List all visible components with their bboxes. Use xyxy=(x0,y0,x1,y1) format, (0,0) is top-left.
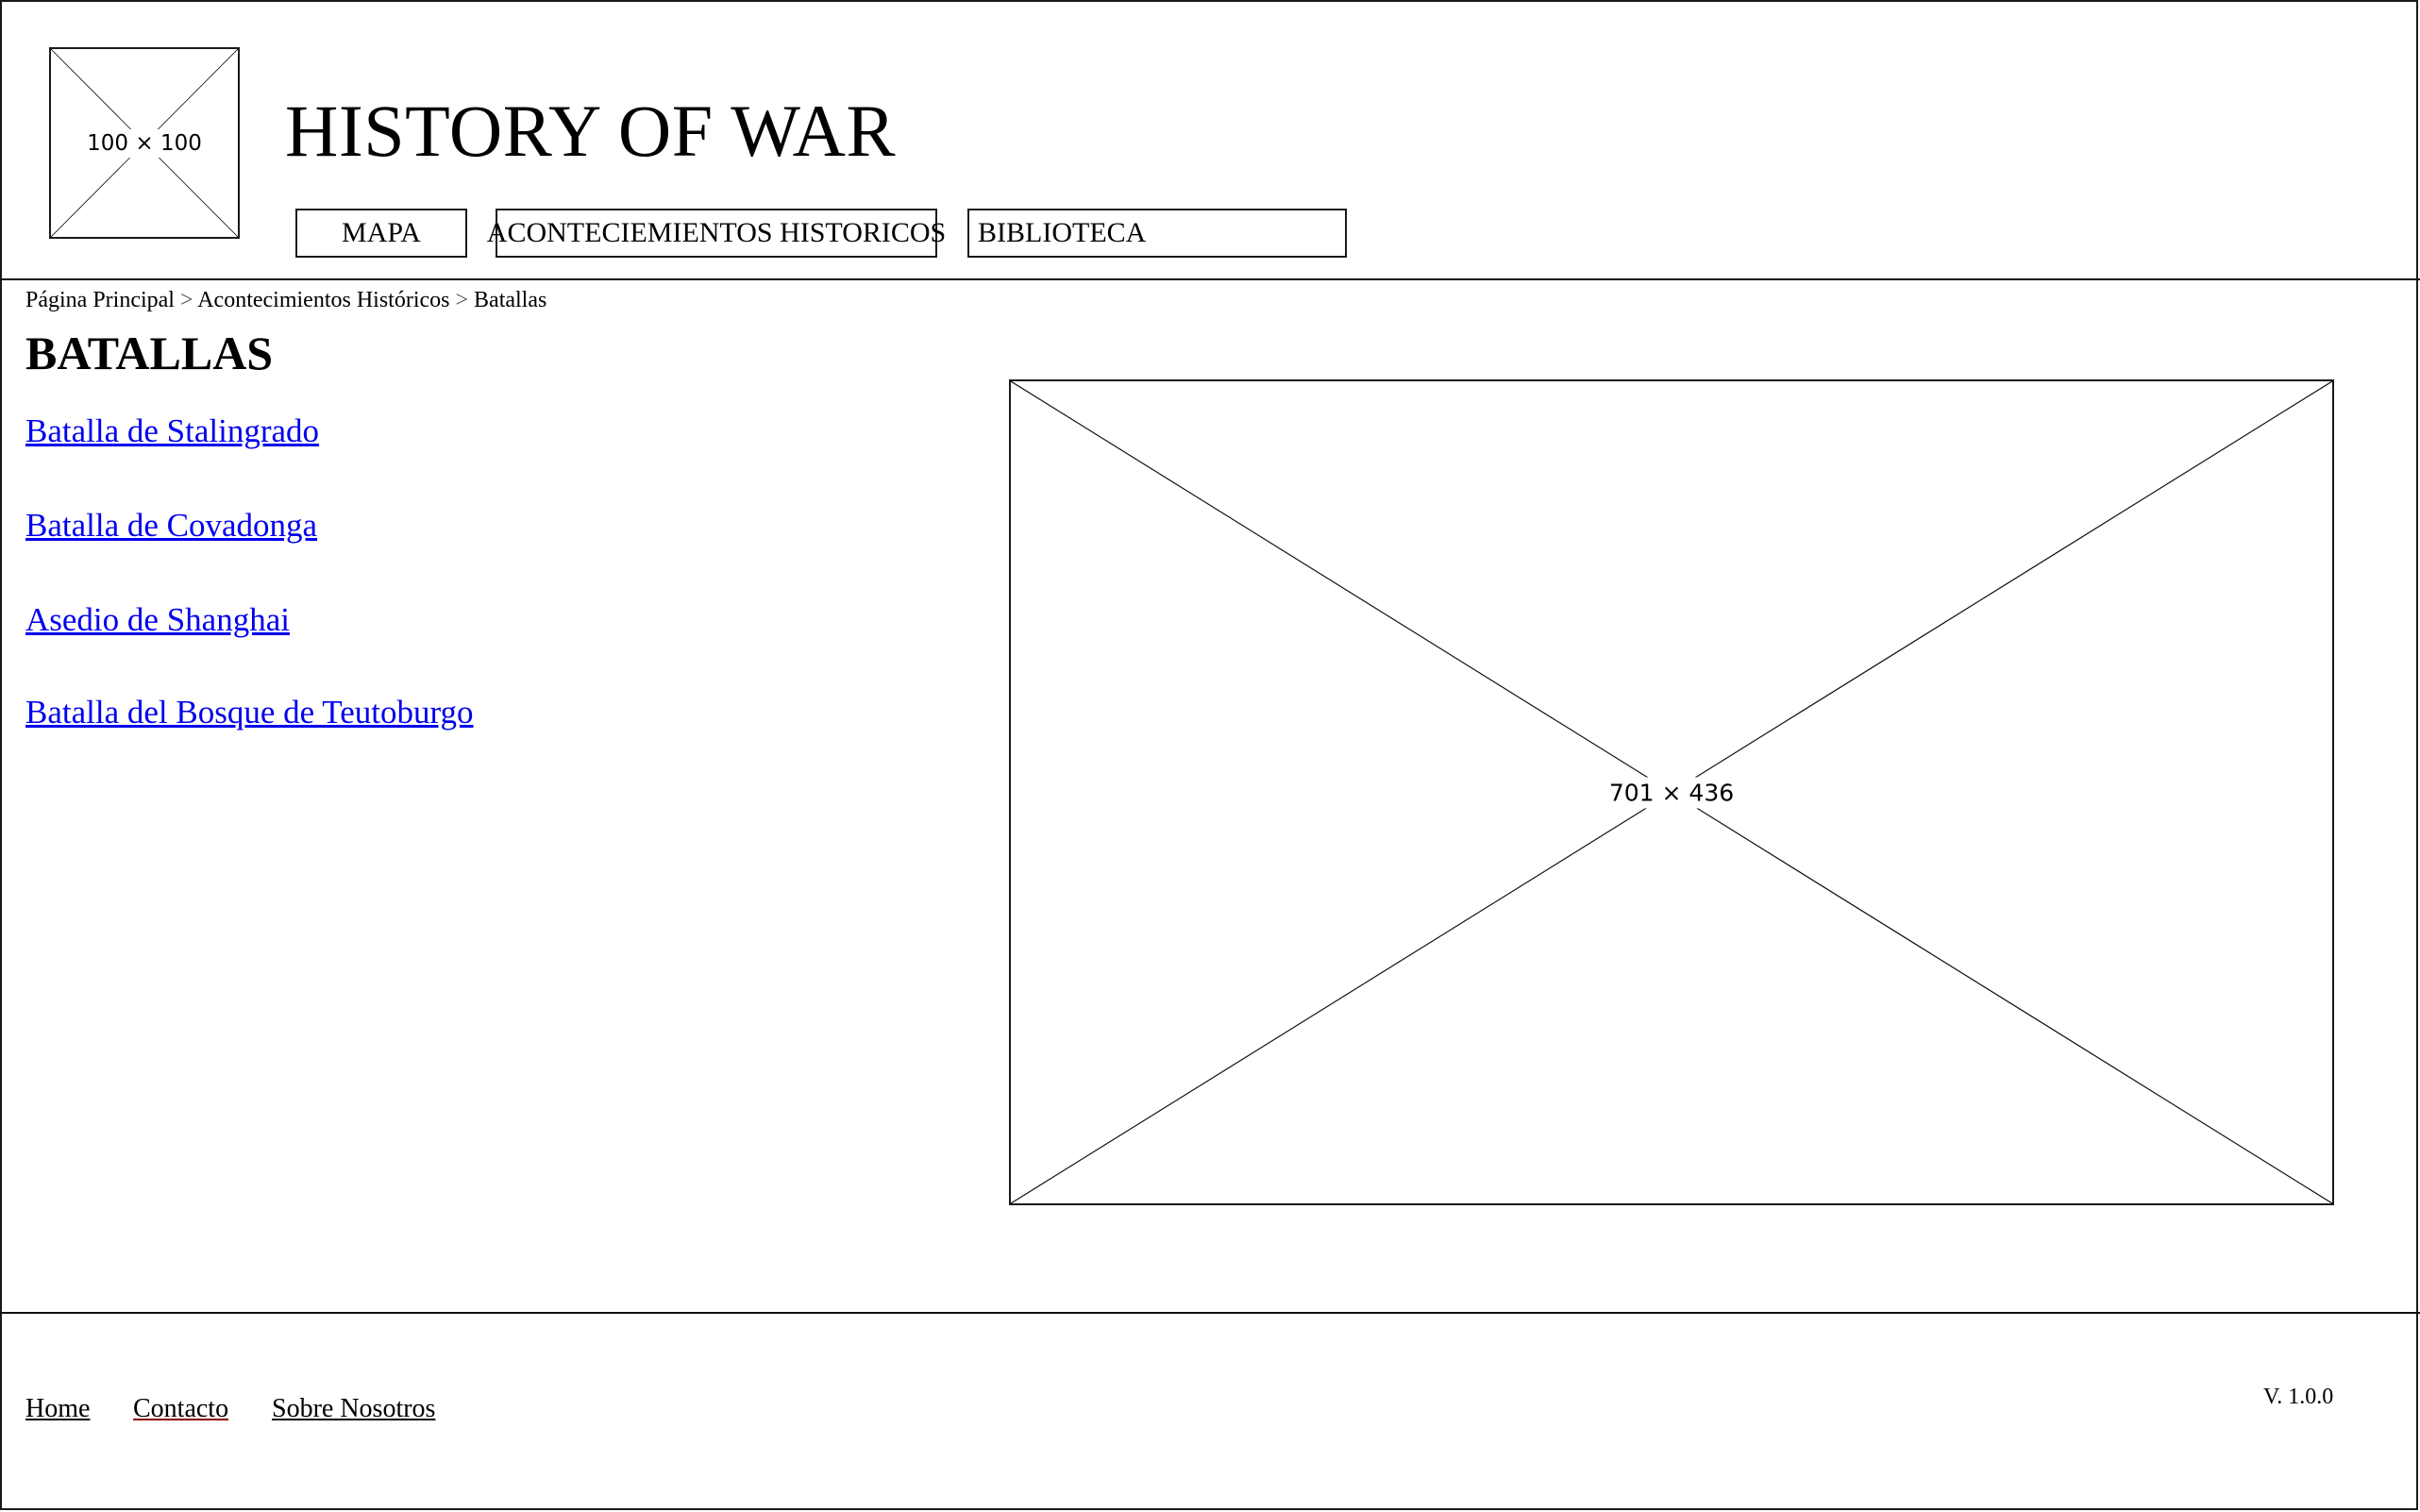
footer-link-home[interactable]: Home xyxy=(25,1394,90,1424)
header-divider xyxy=(0,278,2420,280)
nav-button-biblioteca[interactable]: BIBLIOTECA xyxy=(967,209,1347,258)
breadcrumb-separator: > xyxy=(455,288,469,312)
logo-placeholder-label: 100 × 100 xyxy=(81,128,208,158)
nav-button-label: ACONTECIEMIENTOS HISTORICOS xyxy=(486,217,947,248)
breadcrumb-item-home[interactable]: Página Principal xyxy=(25,288,175,312)
breadcrumb-item-acontecimientos[interactable]: Acontecimientos Históricos xyxy=(197,288,449,312)
nav-button-acontecimientos[interactable]: ACONTECIEMIENTOS HISTORICOS xyxy=(487,209,946,258)
battle-link-shanghai[interactable]: Asedio de Shanghai xyxy=(25,601,290,639)
image-placeholder-label: 701 × 436 xyxy=(1603,777,1740,808)
breadcrumb-item-batallas: Batallas xyxy=(474,288,547,312)
site-title: HISTORY OF WAR xyxy=(285,90,897,172)
nav-button-label: MAPA xyxy=(342,217,421,248)
logo-image-placeholder: 100 × 100 xyxy=(49,47,240,239)
nav-button-label: BIBLIOTECA xyxy=(978,217,1147,248)
battle-link-covadonga[interactable]: Batalla de Covadonga xyxy=(25,507,317,545)
nav-button-mapa[interactable]: MAPA xyxy=(295,209,467,258)
battle-link-teutoburgo[interactable]: Batalla del Bosque de Teutoburgo xyxy=(25,694,474,731)
battle-link-stalingrado[interactable]: Batalla de Stalingrado xyxy=(25,412,319,450)
version-label: V. 1.0.0 xyxy=(2263,1385,2334,1409)
footer-link-sobre-nosotros[interactable]: Sobre Nosotros xyxy=(272,1394,435,1424)
breadcrumb: Página Principal > Acontecimientos Histó… xyxy=(25,288,546,313)
breadcrumb-separator: > xyxy=(179,288,193,312)
page-heading: BATALLAS xyxy=(25,327,274,379)
footer-link-contacto[interactable]: Contacto xyxy=(133,1394,228,1424)
main-image-placeholder: 701 × 436 xyxy=(1009,379,2334,1205)
footer-divider xyxy=(0,1312,2420,1314)
